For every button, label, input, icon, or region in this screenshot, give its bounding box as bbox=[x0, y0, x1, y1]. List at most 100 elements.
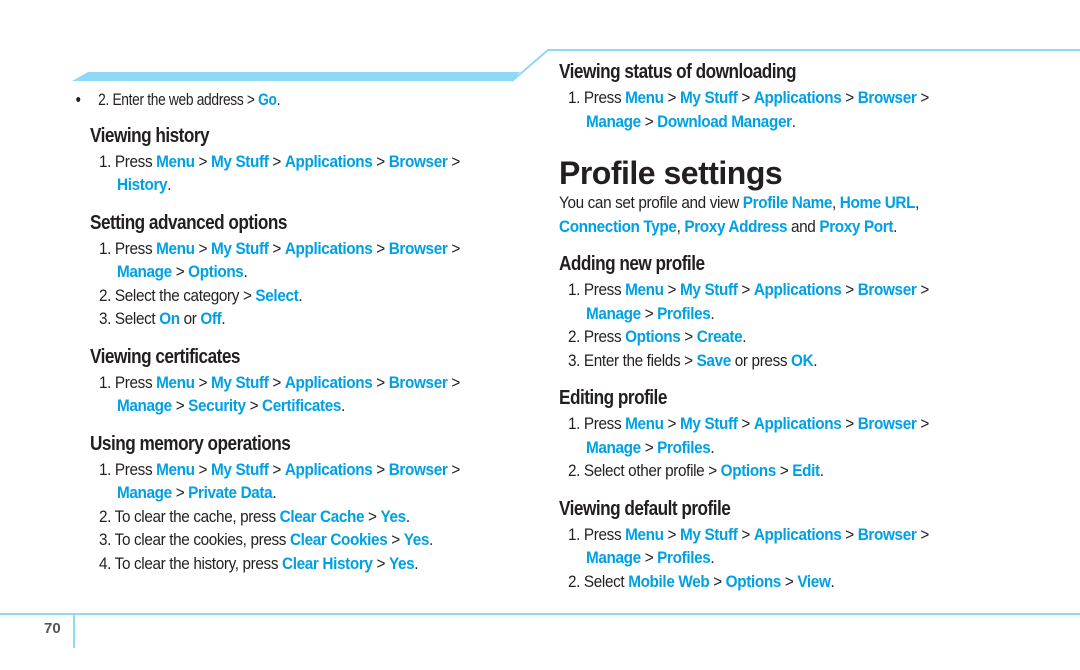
step-list: 1. Press Menu > My Stuff > Applications … bbox=[559, 86, 999, 133]
step-text: > bbox=[268, 459, 285, 479]
step-text: > bbox=[372, 151, 389, 171]
step-number: 2. bbox=[99, 506, 115, 526]
menu-path-term: Menu bbox=[156, 372, 195, 392]
step-text: > bbox=[737, 524, 754, 544]
menu-path-term: Private Data bbox=[188, 483, 273, 502]
page-number: 70 bbox=[44, 620, 61, 637]
step-text: Press bbox=[583, 414, 626, 433]
menu-path-term: Menu bbox=[625, 524, 664, 544]
step-text: Select other profile > bbox=[583, 461, 721, 480]
step-number: 1. bbox=[568, 414, 584, 433]
menu-path-term: Yes bbox=[403, 530, 430, 549]
instruction-step: 2. To clear the cache, press Clear Cache… bbox=[90, 505, 513, 529]
step-list: 1. Press Menu > My Stuff > Applications … bbox=[559, 412, 999, 483]
step-number: 1. bbox=[99, 238, 115, 258]
instruction-step: 3. Select On or Off. bbox=[90, 307, 513, 331]
step-text: > bbox=[737, 414, 754, 433]
step-text: To clear the cache, press bbox=[114, 506, 280, 526]
instruction-step: 1. Press Menu > My Stuff > Applications … bbox=[90, 371, 513, 418]
menu-path-term: Proxy Port bbox=[819, 216, 894, 236]
instruction-step: 1. Press Menu > My Stuff > Applications … bbox=[559, 412, 982, 459]
menu-path-term: OK bbox=[791, 350, 814, 370]
instruction-step: 3. To clear the cookies, press Clear Coo… bbox=[90, 528, 513, 552]
step-text: > bbox=[194, 372, 212, 392]
step-text: > bbox=[194, 459, 212, 479]
continuation-step: 2. Enter the web address > Go. bbox=[90, 88, 486, 112]
menu-path-term: My Stuff bbox=[211, 151, 269, 171]
step-text: . bbox=[742, 327, 747, 346]
step-text: . bbox=[414, 553, 419, 573]
menu-path-term: Proxy Address bbox=[684, 216, 788, 236]
step-text: Press bbox=[583, 327, 626, 346]
step-text: > bbox=[663, 280, 681, 299]
chapter-intro: You can set profile and view Profile Nam… bbox=[559, 191, 955, 238]
section: Adding new profile 1. Press Menu > My Stu… bbox=[559, 252, 999, 372]
menu-path-term: Clear Cache bbox=[279, 506, 365, 526]
step-text: Press bbox=[583, 88, 626, 107]
section-heading: Adding new profile bbox=[559, 253, 705, 275]
step-text: Press bbox=[114, 238, 157, 258]
menu-path-term: Applications bbox=[753, 414, 842, 433]
step-text: . bbox=[710, 437, 715, 457]
menu-path-term: Applications bbox=[753, 280, 842, 299]
menu-path-term: Clear Cookies bbox=[289, 530, 388, 549]
menu-path-term: Applications bbox=[284, 459, 373, 479]
menu-path-term: Clear History bbox=[282, 553, 373, 573]
menu-path-term: Options bbox=[188, 262, 244, 281]
step-text: . bbox=[819, 461, 824, 480]
instruction-step: 2. Select other profile > Options > Edit… bbox=[559, 459, 982, 483]
menu-path-term: Menu bbox=[625, 414, 664, 433]
instruction-step: 2. Select the category > Select. bbox=[90, 284, 513, 308]
menu-path-term: Manage bbox=[117, 396, 172, 415]
step-text: > bbox=[841, 88, 858, 107]
menu-path-term: Home URL bbox=[839, 193, 916, 212]
instruction-step: 1. Press Menu > My Stuff > Applications … bbox=[90, 458, 513, 505]
section-heading: Editing profile bbox=[559, 387, 667, 409]
step-text: Select bbox=[114, 309, 160, 328]
menu-path-term: Go bbox=[258, 90, 277, 109]
step-text: > bbox=[680, 327, 697, 346]
section: Viewing history 1. Press Menu > My Stuff … bbox=[90, 124, 510, 197]
step-text: To clear the cookies, press bbox=[114, 530, 290, 549]
step-text: . bbox=[429, 530, 433, 549]
menu-path-term: Profiles bbox=[657, 548, 711, 567]
step-number: 1. bbox=[99, 459, 115, 479]
step-text: > bbox=[640, 437, 658, 457]
menu-path-term: Browser bbox=[857, 88, 917, 107]
step-text: > bbox=[447, 459, 460, 479]
step-text: > bbox=[640, 548, 658, 567]
step-list: 1. Press Menu > My Stuff > Applications … bbox=[90, 150, 510, 197]
menu-path-term: Profiles bbox=[657, 437, 711, 457]
step-text: > bbox=[171, 396, 189, 415]
menu-path-term: On bbox=[159, 309, 180, 328]
step-text: You can set profile and view bbox=[559, 193, 743, 212]
step-text: > bbox=[372, 238, 389, 258]
step-text: > bbox=[663, 88, 681, 107]
instruction-step: 2. Select Mobile Web > Options > View. bbox=[559, 570, 982, 594]
step-number: 2. bbox=[99, 285, 115, 305]
step-text: . bbox=[830, 571, 835, 591]
step-text: > bbox=[737, 280, 754, 299]
menu-path-term: Applications bbox=[753, 88, 842, 107]
instruction-step: 2. Press Options > Create. bbox=[559, 325, 982, 349]
menu-path-term: Mobile Web bbox=[628, 571, 710, 591]
step-list: 1. Press Menu > My Stuff > Applications … bbox=[559, 523, 999, 594]
step-text: > bbox=[737, 88, 754, 107]
step-text: > bbox=[640, 303, 658, 323]
step-text: > bbox=[447, 151, 460, 171]
step-text: or bbox=[179, 309, 201, 328]
step-text: > bbox=[916, 280, 929, 299]
step-text: > bbox=[640, 111, 658, 131]
step-number: 2. bbox=[98, 90, 113, 109]
step-text: Press bbox=[583, 524, 626, 544]
menu-path-term: Browser bbox=[857, 280, 917, 299]
step-number: 2. bbox=[568, 327, 584, 346]
step-text: > bbox=[780, 571, 798, 591]
menu-path-term: Applications bbox=[284, 238, 373, 258]
menu-path-term: My Stuff bbox=[680, 524, 738, 544]
instruction-step: 2. Enter the web address > Go. bbox=[90, 88, 471, 112]
step-text: > bbox=[916, 414, 929, 433]
step-text: . bbox=[298, 285, 303, 305]
menu-path-term: Edit bbox=[792, 461, 820, 480]
section-heading: Using memory operations bbox=[90, 432, 291, 455]
